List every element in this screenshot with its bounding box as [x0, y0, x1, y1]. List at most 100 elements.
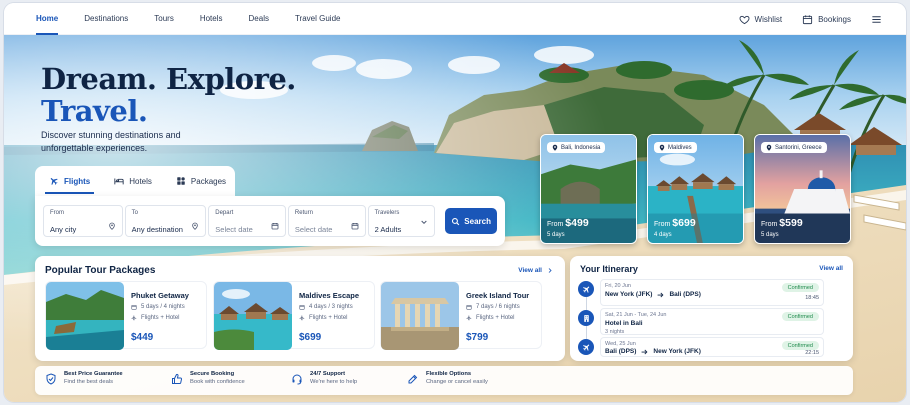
- hero-title: Dream. Explore. Travel.: [41, 63, 296, 127]
- hero-title-line1: Dream. Explore.: [41, 62, 296, 96]
- duration-text: 7 days / 6 nights: [476, 304, 520, 310]
- destination-card-maldives[interactable]: Maldives From $699 4 days: [647, 134, 744, 244]
- nav-hotels[interactable]: Hotels: [200, 3, 223, 35]
- nav-tours[interactable]: Tours: [154, 3, 174, 35]
- package-price: $799: [466, 332, 489, 343]
- return-field[interactable]: Return Select date: [287, 205, 366, 237]
- package-duration: 7 days / 6 nights: [466, 304, 520, 310]
- destination-name: Bali, Indonesia: [561, 144, 601, 151]
- heart-icon: [739, 15, 750, 24]
- view-all-label: View all: [518, 267, 542, 274]
- plane-icon: [50, 178, 58, 185]
- hamburger-icon: [872, 15, 881, 23]
- return-label: Return: [294, 210, 313, 216]
- includes-text: Flights + Hotel: [141, 315, 180, 321]
- package-card-maldives[interactable]: Maldives Escape 4 days / 3 nights Flight…: [213, 281, 375, 350]
- maldives-escape-photo: [214, 282, 292, 350]
- status-badge: Confirmed: [781, 312, 819, 321]
- wishlist-button[interactable]: Wishlist: [739, 14, 782, 25]
- search-icon: [452, 217, 460, 225]
- from-prefix: From: [761, 221, 778, 228]
- tab-hotels-label: Hotels: [129, 176, 152, 186]
- flight-timeline-dot: [578, 281, 594, 297]
- itinerary-item-return-flight[interactable]: Wed, 25 Jun Bali (DPS) New York (JFK) Co…: [600, 337, 824, 357]
- travelers-label: Travelers: [374, 210, 400, 216]
- package-name: Maldives Escape: [299, 291, 360, 300]
- calendar-icon: [802, 14, 813, 24]
- shield-check-icon: [46, 373, 56, 385]
- building-icon: [583, 314, 589, 322]
- calendar-icon: [131, 304, 137, 310]
- destination-price: From $699: [654, 217, 696, 229]
- nav-travel-guide[interactable]: Travel Guide: [295, 3, 341, 35]
- itinerary-item-outbound-flight[interactable]: Fri, 20 Jun New York (JFK) Bali (DPS) Co…: [600, 279, 824, 306]
- bookings-label: Bookings: [818, 14, 851, 24]
- price-value: $599: [779, 217, 803, 229]
- status-badge: Confirmed: [781, 341, 819, 350]
- travelers-select[interactable]: Travelers 2 Adults: [367, 205, 436, 237]
- hero-subtitle: Discover stunning destinations and unfor…: [41, 130, 181, 153]
- search-button-label: Search: [464, 216, 491, 226]
- plane-icon: [582, 344, 589, 351]
- arrow-right-icon: [658, 292, 664, 297]
- tab-packages[interactable]: Packages: [172, 166, 230, 196]
- destination-duration: 5 days: [761, 232, 779, 238]
- to-label: To: [131, 210, 138, 216]
- destination-card-bali[interactable]: Bali, Indonesia From $499 5 days: [540, 134, 637, 244]
- phuket-photo: [46, 282, 124, 350]
- feature-flexible-options: Flexible Options Change or cancel easily: [407, 371, 488, 385]
- search-form: From Any city To Any destination Depart …: [35, 196, 505, 246]
- destination-location-badge: Maldives: [654, 142, 697, 153]
- nav-home[interactable]: Home: [36, 3, 59, 35]
- plane-icon: [466, 315, 472, 321]
- feature-best-price: Best Price Guarantee Find the best deals: [45, 371, 123, 385]
- app-window: Home Destinations Tours Hotels Deals Tra…: [4, 3, 906, 402]
- package-card-phuket[interactable]: Phuket Getaway 5 days / 4 nights Flights…: [45, 281, 207, 350]
- to-field[interactable]: To Any destination: [124, 205, 207, 237]
- destination-price: From $599: [761, 217, 803, 229]
- package-card-greek-island[interactable]: Greek Island Tour 7 days / 6 nights Flig…: [380, 281, 542, 350]
- package-includes: Flights + Hotel: [131, 315, 180, 321]
- nav-actions: Wishlist Bookings: [739, 3, 882, 35]
- calendar-icon: [271, 223, 279, 230]
- bookings-button[interactable]: Bookings: [802, 14, 851, 25]
- route-destination: Bali (DPS): [669, 291, 701, 298]
- hotel-nights: 3 nights: [605, 329, 625, 335]
- package-duration: 5 days / 4 nights: [131, 304, 185, 310]
- from-label: From: [50, 210, 64, 216]
- package-name: Phuket Getaway: [131, 291, 189, 300]
- tab-hotels[interactable]: Hotels: [110, 166, 156, 196]
- from-field[interactable]: From Any city: [43, 205, 123, 237]
- package-price: $449: [131, 332, 154, 343]
- feature-secure-booking: Secure Booking Book with confidence: [171, 371, 245, 385]
- menu-button[interactable]: [871, 14, 882, 25]
- tour-packages-title: Popular Tour Packages: [45, 265, 156, 276]
- tab-flights-label: Flights: [64, 176, 91, 186]
- location-pin-icon: [659, 144, 665, 151]
- location-pin-icon: [766, 144, 772, 151]
- feature-title: Best Price Guarantee: [64, 371, 123, 377]
- depart-field[interactable]: Depart Select date: [208, 205, 286, 237]
- search-button[interactable]: Search: [445, 208, 497, 234]
- itinerary-panel: Your Itinerary View all Fri, 20 Jun New …: [570, 256, 853, 361]
- includes-text: Flights + Hotel: [476, 315, 515, 321]
- feature-title: Secure Booking: [190, 371, 235, 377]
- nav-deals[interactable]: Deals: [249, 3, 269, 35]
- plane-icon: [582, 286, 589, 293]
- nav-destinations[interactable]: Destinations: [84, 3, 128, 35]
- from-value: Any city: [50, 225, 77, 234]
- itinerary-item-hotel[interactable]: Sat, 21 Jun - Tue, 24 Jun Hotel in Bali …: [600, 308, 824, 335]
- itinerary-view-all-link[interactable]: View all: [819, 265, 843, 272]
- destination-name: Maldives: [668, 144, 692, 151]
- packages-view-all-link[interactable]: View all: [518, 267, 553, 274]
- plane-icon: [131, 315, 137, 321]
- price-value: $699: [672, 217, 696, 229]
- from-prefix: From: [547, 221, 564, 228]
- hotel-name: Hotel in Bali: [605, 320, 643, 327]
- destination-card-santorini[interactable]: Santorini, Greece From $599 5 days: [754, 134, 851, 244]
- tour-packages-panel: Popular Tour Packages View all Phuket Ge…: [35, 256, 565, 361]
- calendar-icon: [351, 223, 358, 230]
- return-placeholder: Select date: [294, 225, 333, 234]
- package-price: $699: [299, 332, 322, 343]
- tab-flights[interactable]: Flights: [45, 166, 95, 196]
